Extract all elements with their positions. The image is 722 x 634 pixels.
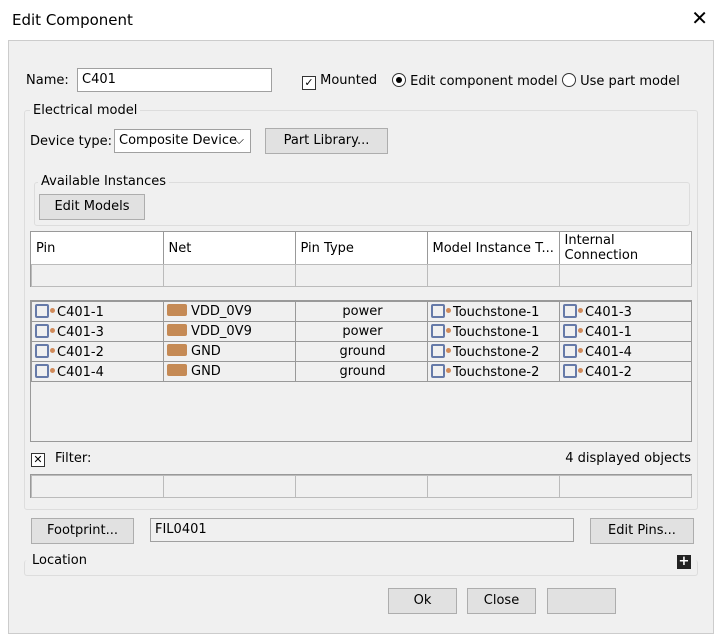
model-icon (431, 323, 451, 338)
edit-model-label: Edit component model (410, 74, 558, 89)
edit-models-button[interactable]: Edit Models (39, 194, 145, 220)
column-filter[interactable] (163, 264, 296, 287)
pin-icon (35, 303, 55, 318)
pin-cell: C401-4 (57, 364, 104, 380)
table-row[interactable]: C401-3 VDD_0V9 power Touchstone-1 C401-1 (31, 321, 692, 342)
model-icon (431, 343, 451, 358)
pin-type-cell: power (342, 324, 383, 339)
electrical-title: Electrical model (30, 103, 141, 118)
column-header[interactable]: Internal Connection (559, 232, 692, 264)
net-icon (167, 304, 187, 316)
column-header[interactable]: Pin Type (295, 232, 428, 264)
connection-cell: C401-2 (585, 364, 632, 380)
model-icon (431, 363, 451, 378)
filter-cell[interactable] (427, 475, 560, 498)
net-cell: VDD_0V9 (191, 324, 252, 339)
help-button[interactable] (547, 588, 616, 614)
net-cell: GND (191, 344, 221, 359)
footprint-field[interactable]: FIL0401 (150, 518, 574, 542)
expand-icon[interactable]: + (677, 555, 691, 569)
device-type-label: Device type: (30, 134, 113, 149)
connection-icon (563, 323, 583, 338)
connection-icon (563, 343, 583, 358)
name-label: Name: (26, 73, 69, 88)
pin-cell: C401-2 (57, 344, 104, 360)
net-icon (167, 364, 187, 376)
connection-cell: C401-1 (585, 324, 632, 340)
column-filter[interactable] (559, 264, 692, 287)
pin-icon (35, 323, 55, 338)
edit-pins-button[interactable]: Edit Pins... (590, 518, 694, 544)
pin-type-cell: ground (339, 344, 386, 359)
net-cell: VDD_0V9 (191, 304, 252, 319)
filter-cell[interactable] (31, 475, 164, 498)
ok-button[interactable]: Ok (388, 588, 457, 614)
pin-table: C401-1 VDD_0V9 power Touchstone-1 C401-3… (30, 300, 692, 442)
mounted-label: Mounted (320, 73, 378, 88)
connection-cell: C401-4 (585, 344, 632, 360)
net-icon (167, 324, 187, 336)
filter-toggle[interactable]: ✕ (31, 450, 45, 467)
edit-model-radio[interactable]: Edit component model (392, 73, 558, 89)
location-group (24, 560, 698, 576)
table-row[interactable]: C401-2 GND ground Touchstone-2 C401-4 (31, 341, 692, 362)
device-type-select[interactable]: Composite Device ⌵ (114, 129, 251, 153)
table-row[interactable]: C401-1 VDD_0V9 power Touchstone-1 C401-3 (31, 301, 692, 322)
pin-type-cell: power (342, 304, 383, 319)
filter-cell[interactable] (559, 475, 692, 498)
chevron-down-icon: ⌵ (234, 133, 244, 148)
connection-cell: C401-3 (585, 304, 632, 320)
filter-cell[interactable] (295, 475, 428, 498)
filter-cell[interactable] (163, 475, 296, 498)
column-filter[interactable] (295, 264, 428, 287)
column-header[interactable]: Pin (31, 232, 164, 264)
pin-cell: C401-3 (57, 324, 104, 340)
use-part-radio[interactable]: Use part model (562, 73, 680, 89)
name-input[interactable]: C401 (77, 68, 272, 92)
displayed-count: 4 displayed objects (565, 451, 691, 466)
part-library-button[interactable]: Part Library... (265, 128, 388, 154)
model-cell: Touchstone-2 (453, 344, 540, 360)
mounted-checkbox[interactable]: ✓ Mounted (302, 73, 377, 90)
footprint-button[interactable]: Footprint... (31, 518, 134, 544)
column-header[interactable]: Model Instance T... (427, 232, 560, 264)
connection-icon (563, 363, 583, 378)
model-icon (431, 303, 451, 318)
device-type-value: Composite Device (119, 133, 237, 148)
model-cell: Touchstone-1 (453, 304, 540, 320)
window-title: Edit Component (12, 11, 133, 29)
location-label: Location (32, 553, 87, 568)
pin-cell: C401-1 (57, 304, 104, 320)
model-cell: Touchstone-2 (453, 364, 540, 380)
use-part-label: Use part model (580, 74, 680, 89)
close-button[interactable]: Close (467, 588, 536, 614)
pin-icon (35, 343, 55, 358)
column-filter[interactable] (31, 264, 164, 287)
net-cell: GND (191, 364, 221, 379)
filter-label: Filter: (55, 451, 92, 466)
pin-icon (35, 363, 55, 378)
connection-icon (563, 303, 583, 318)
pin-type-cell: ground (339, 364, 386, 379)
table-row[interactable]: C401-4 GND ground Touchstone-2 C401-2 (31, 361, 692, 382)
column-filter[interactable] (427, 264, 560, 287)
net-icon (167, 344, 187, 356)
column-header[interactable]: Net (163, 232, 296, 264)
close-icon[interactable]: ✕ (691, 6, 708, 30)
instances-title: Available Instances (38, 174, 170, 189)
model-cell: Touchstone-1 (453, 324, 540, 340)
